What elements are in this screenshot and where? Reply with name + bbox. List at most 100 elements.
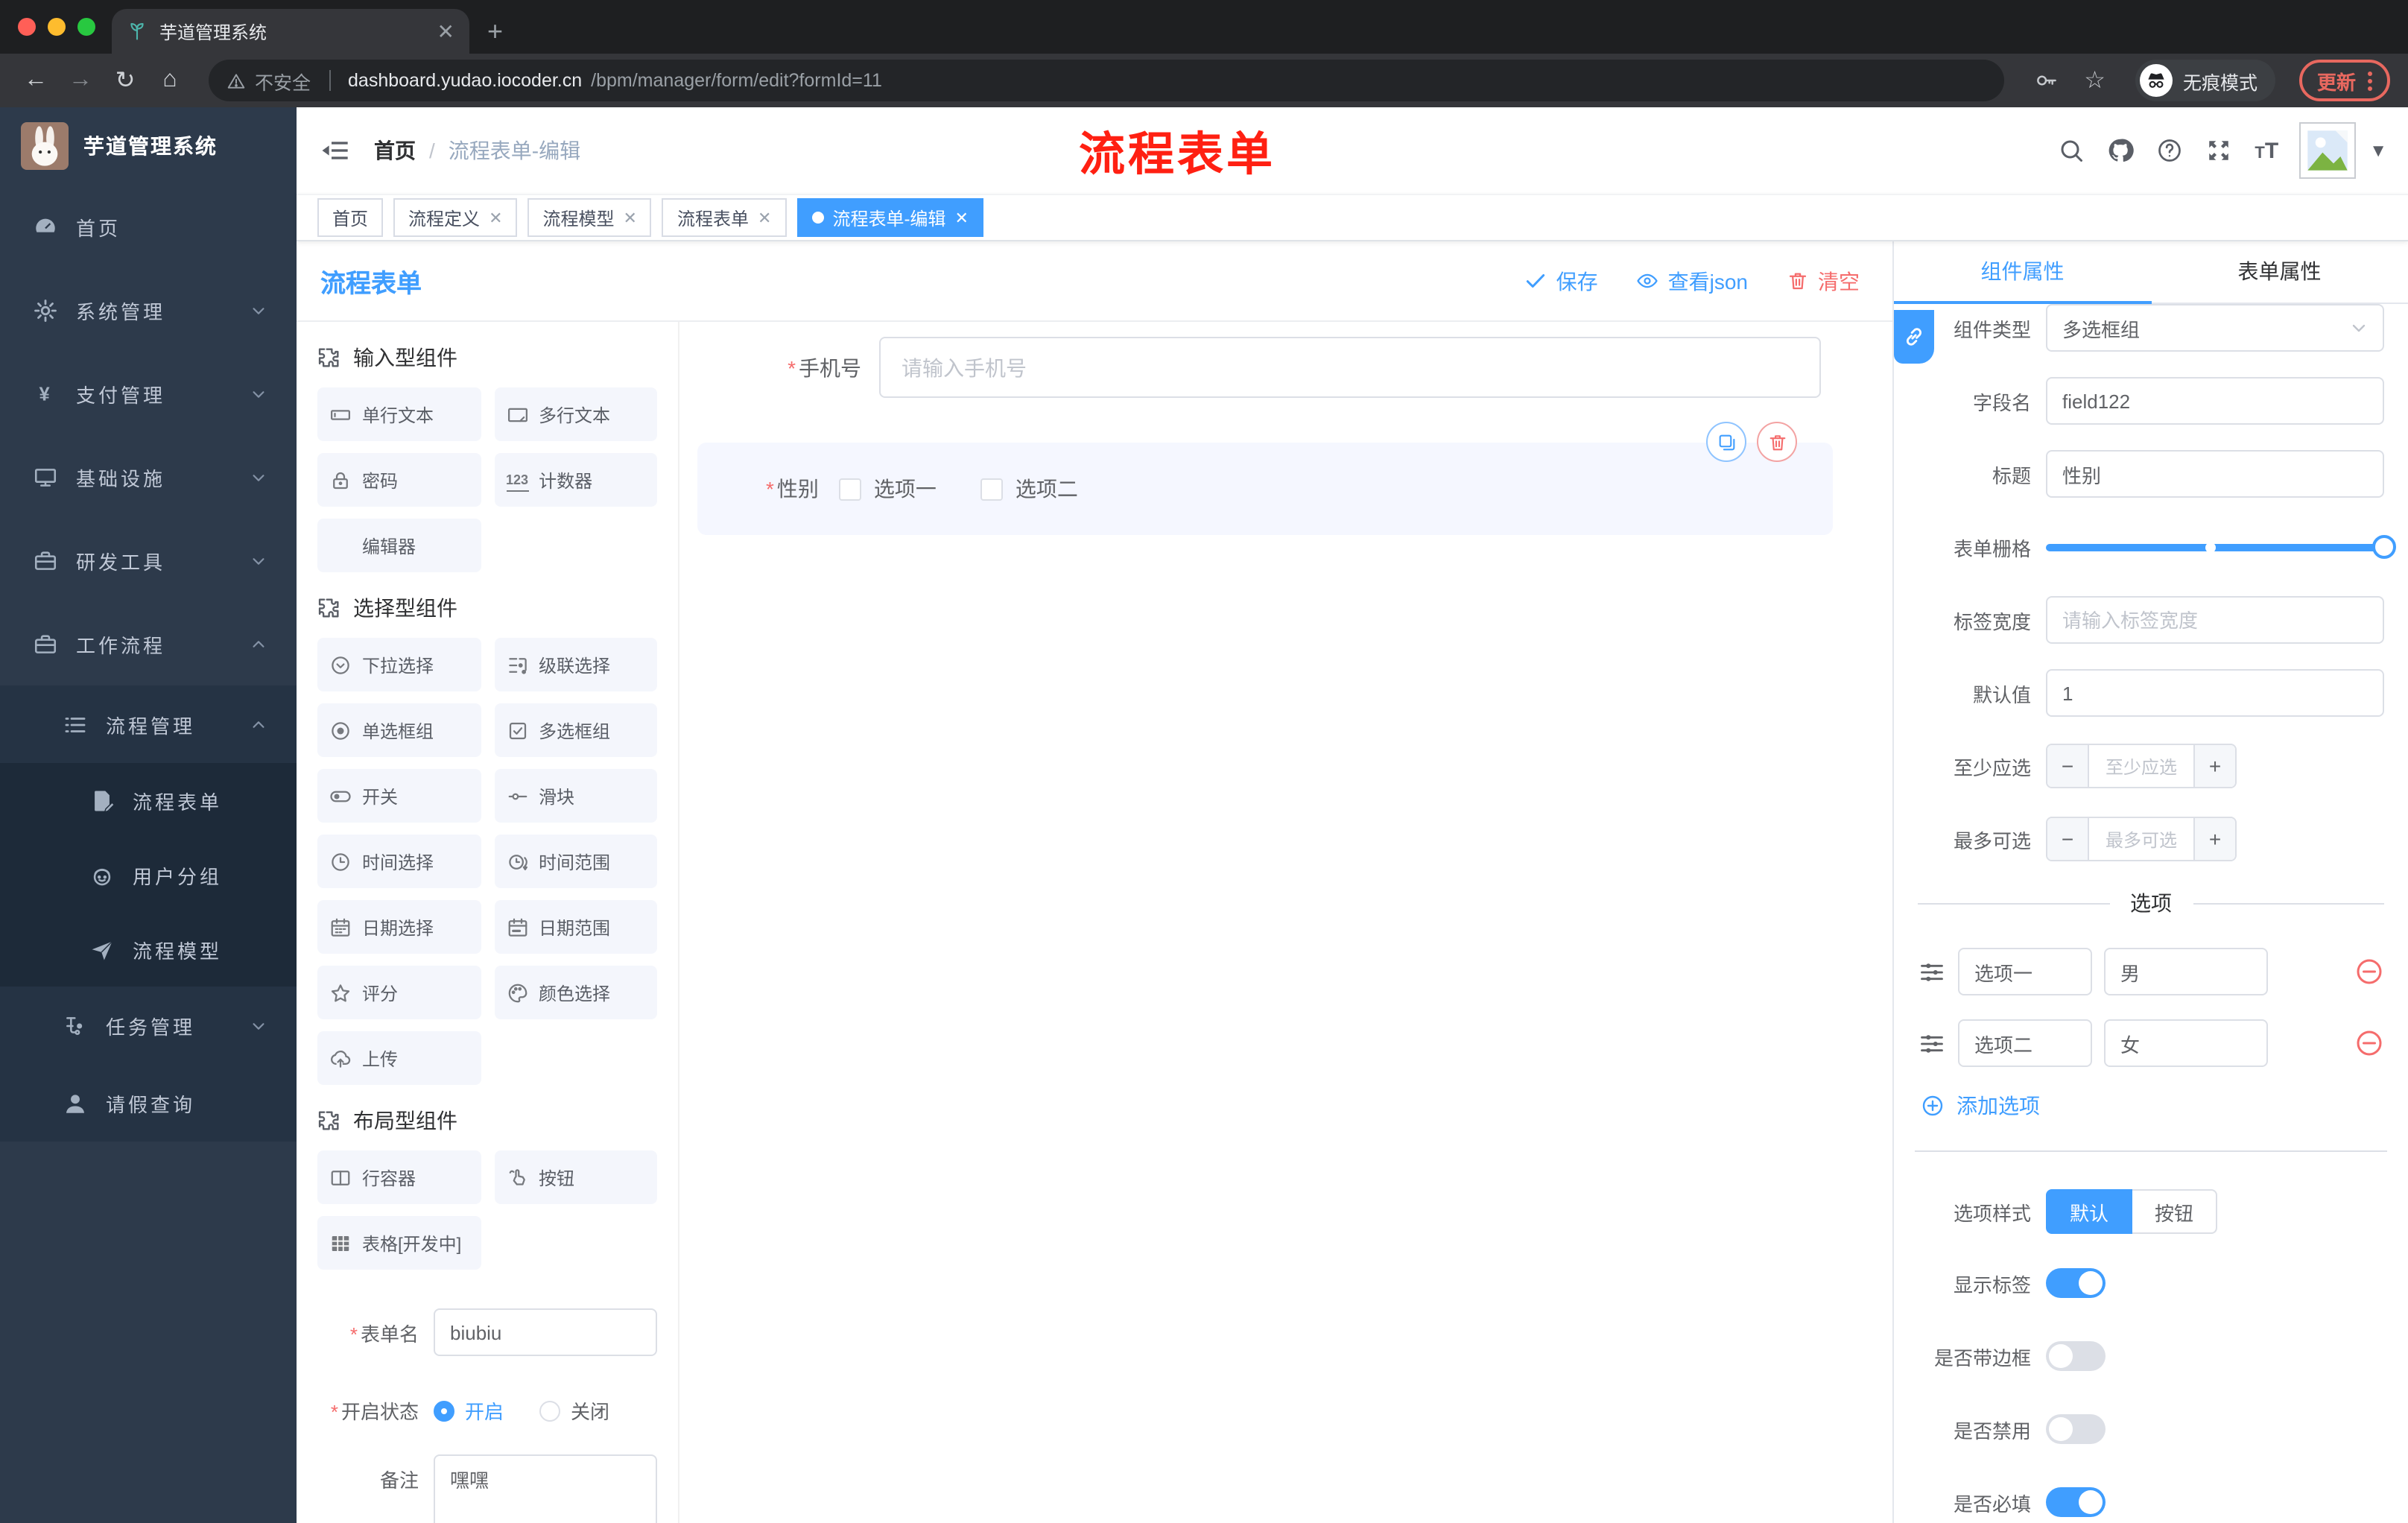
component-cascader[interactable]: 级联选择 (494, 638, 657, 691)
bookmark-star-icon[interactable]: ☆ (2084, 66, 2106, 95)
component-select[interactable]: 下拉选择 (317, 638, 481, 691)
github-icon[interactable] (2107, 137, 2135, 164)
sidebar-item-payment-management[interactable]: ¥ 支付管理 (0, 352, 297, 435)
delete-component-button[interactable] (1757, 422, 1797, 462)
gender-option-2[interactable]: 选项二 (980, 474, 1078, 504)
phone-field[interactable]: * 手机号 (766, 337, 1821, 398)
component-date-range[interactable]: 日期范围 (494, 900, 657, 954)
link-tab[interactable] (1894, 310, 1934, 364)
component-date-picker[interactable]: 日期选择 (317, 900, 481, 954)
form-remark-textarea[interactable]: 嘿嘿 (434, 1454, 657, 1523)
search-icon[interactable] (2058, 137, 2085, 164)
close-window-button[interactable] (18, 18, 36, 36)
maximize-window-button[interactable] (77, 18, 95, 36)
minimize-window-button[interactable] (48, 18, 66, 36)
component-editor[interactable]: 编辑器 (317, 519, 481, 572)
form-canvas[interactable]: *手机号 *性别 选项一 选项二 (679, 322, 1892, 1523)
status-on-radio[interactable]: 开启 (434, 1396, 504, 1425)
sidebar-item-dev-tools[interactable]: 研发工具 (0, 519, 297, 602)
title-input[interactable] (2046, 450, 2384, 498)
add-option-button[interactable]: 添加选项 (1921, 1091, 2384, 1121)
component-color-picker[interactable]: 颜色选择 (494, 966, 657, 1019)
label-width-input[interactable] (2046, 596, 2384, 644)
form-name-input[interactable] (434, 1308, 657, 1356)
tag-process-form[interactable]: 流程表单 ✕ (662, 198, 787, 237)
tag-process-definition[interactable]: 流程定义 ✕ (393, 198, 518, 237)
sidebar-item-home[interactable]: 首页 (0, 185, 297, 268)
tab-component-props[interactable]: 组件属性 (1894, 241, 2151, 304)
max-select-value[interactable]: 最多可选 (2089, 818, 2193, 860)
sidebar-item-user-group[interactable]: 用户分组 (0, 838, 297, 912)
password-key-icon[interactable] (2033, 69, 2057, 92)
style-button-button[interactable]: 按钮 (2132, 1189, 2218, 1234)
browser-tab[interactable]: 芋道管理系统 ✕ (112, 9, 469, 54)
collapse-sidebar-icon[interactable] (320, 136, 350, 165)
style-default-button[interactable]: 默认 (2046, 1189, 2133, 1234)
component-rate[interactable]: 评分 (317, 966, 481, 1019)
component-checkbox-group[interactable]: 多选框组 (494, 703, 657, 757)
option-label-input[interactable] (1958, 1019, 2092, 1067)
sidebar-item-workflow[interactable]: 工作流程 (0, 602, 297, 685)
tag-close-icon[interactable]: ✕ (954, 208, 968, 227)
fullscreen-icon[interactable] (2205, 137, 2232, 164)
field-name-input[interactable] (2046, 377, 2384, 425)
component-upload[interactable]: 上传 (317, 1031, 481, 1085)
forward-icon[interactable]: → (63, 67, 98, 94)
home-icon[interactable]: ⌂ (152, 67, 188, 94)
component-password[interactable]: 密码 (317, 453, 481, 507)
component-type-select[interactable]: 多选框组 (2046, 304, 2384, 352)
font-size-icon[interactable]: TT (2255, 138, 2278, 163)
checkbox-icon[interactable] (839, 478, 862, 500)
sidebar-item-task-management[interactable]: 任务管理 (0, 987, 297, 1064)
drag-handle-icon[interactable] (1918, 957, 1946, 986)
toggle-show-label[interactable] (2046, 1268, 2106, 1298)
avatar-caret-icon[interactable]: ▼ (2369, 140, 2387, 161)
back-icon[interactable]: ← (18, 67, 54, 94)
toggle-disabled[interactable] (2046, 1414, 2106, 1444)
option-value-input[interactable] (2104, 948, 2268, 995)
sidebar-item-system-management[interactable]: 系统管理 (0, 268, 297, 352)
new-tab-button[interactable]: + (487, 18, 503, 45)
view-json-button[interactable]: 查看json (1637, 266, 1748, 296)
browser-menu-icon[interactable] (2368, 71, 2372, 90)
minus-button[interactable]: − (2047, 818, 2089, 860)
tag-home[interactable]: 首页 (317, 198, 384, 237)
default-value-input[interactable] (2046, 669, 2384, 717)
sidebar-item-infrastructure[interactable]: 基础设施 (0, 435, 297, 519)
component-time-range[interactable]: 时间范围 (494, 835, 657, 888)
gender-option-1[interactable]: 选项一 (839, 474, 937, 504)
min-select-value[interactable]: 至少应选 (2089, 745, 2193, 787)
remove-option-icon[interactable] (2354, 1028, 2384, 1058)
save-button[interactable]: 保存 (1525, 266, 1598, 296)
component-button[interactable]: 按钮 (494, 1150, 657, 1204)
sidebar-item-process-form[interactable]: 流程表单 (0, 763, 297, 838)
phone-input[interactable] (879, 337, 1821, 398)
plus-button[interactable]: + (2193, 745, 2235, 787)
minus-button[interactable]: − (2047, 745, 2089, 787)
clear-button[interactable]: 清空 (1787, 266, 1860, 296)
component-table[interactable]: 表格[开发中] (317, 1216, 481, 1270)
component-counter[interactable]: 123 计数器 (494, 453, 657, 507)
component-switch[interactable]: 开关 (317, 769, 481, 823)
copy-component-button[interactable] (1706, 422, 1746, 462)
drag-handle-icon[interactable] (1918, 1029, 1946, 1057)
toggle-border[interactable] (2046, 1341, 2106, 1371)
address-bar[interactable]: 不安全 dashboard.yudao.iocoder.cn/bpm/manag… (209, 60, 2004, 101)
breadcrumb-home[interactable]: 首页 (374, 136, 416, 165)
toggle-required[interactable] (2046, 1487, 2106, 1517)
slider-thumb[interactable] (2372, 534, 2396, 558)
tag-close-icon[interactable]: ✕ (489, 208, 502, 227)
checkbox-icon[interactable] (980, 478, 1004, 500)
help-icon[interactable] (2156, 137, 2183, 164)
plus-button[interactable]: + (2193, 818, 2235, 860)
option-label-input[interactable] (1958, 948, 2092, 995)
tab-form-props[interactable]: 表单属性 (2151, 241, 2408, 304)
component-slider[interactable]: 滑块 (494, 769, 657, 823)
selected-gender-field[interactable]: * 性别 选项一 选项二 (697, 422, 1833, 535)
tag-close-icon[interactable]: ✕ (624, 208, 637, 227)
tab-close-icon[interactable]: ✕ (437, 21, 454, 42)
sidebar-item-process-management[interactable]: 流程管理 (0, 685, 297, 763)
component-radio-group[interactable]: 单选框组 (317, 703, 481, 757)
remove-option-icon[interactable] (2354, 957, 2384, 987)
component-row-container[interactable]: 行容器 (317, 1150, 481, 1204)
